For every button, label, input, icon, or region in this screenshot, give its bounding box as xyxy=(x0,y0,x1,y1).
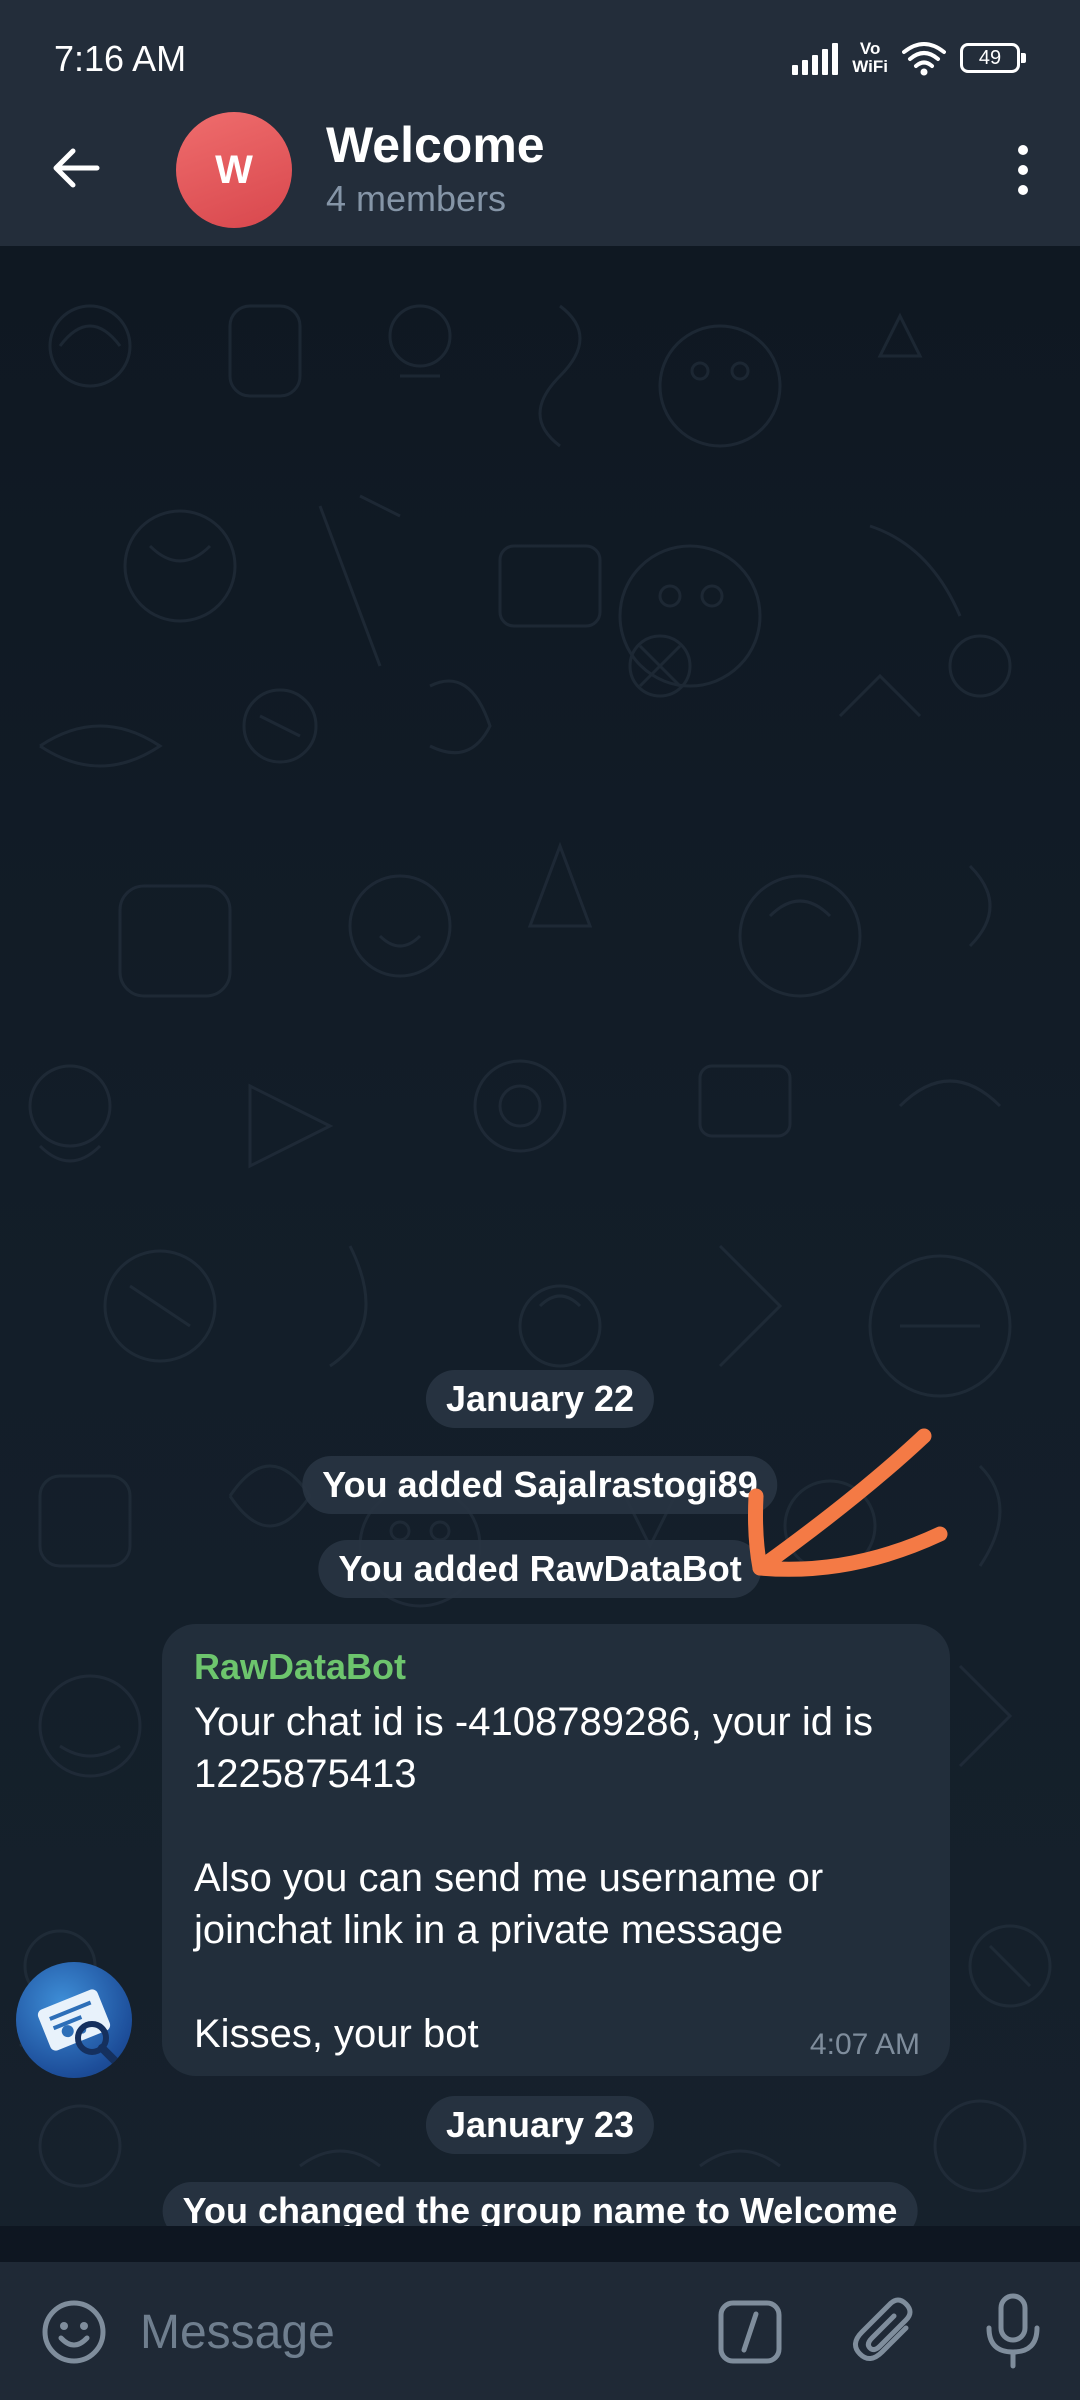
service-message: You added RawDataBot xyxy=(318,1540,762,1598)
back-button[interactable] xyxy=(36,128,116,208)
voice-record-button[interactable] xyxy=(978,2292,1048,2372)
more-vertical-icon xyxy=(1018,145,1028,155)
bot-commands-button[interactable] xyxy=(716,2298,784,2366)
date-separator: January 22 xyxy=(425,1370,655,1428)
microphone-icon xyxy=(986,2293,1040,2369)
service-message: You added Sajalrastogi89 xyxy=(302,1456,778,1514)
emoji-button[interactable] xyxy=(40,2298,108,2366)
message-bubble[interactable]: RawDataBot Your chat id is -4108789286, … xyxy=(162,1624,950,2076)
more-menu-button[interactable] xyxy=(988,130,1058,210)
service-message: You changed the group name to Welcome xyxy=(162,2182,918,2226)
bot-avatar[interactable] xyxy=(16,1962,132,2078)
message-paragraph: Also you can send me username or joincha… xyxy=(194,1856,824,1952)
slash-command-icon xyxy=(718,2300,782,2364)
status-icons: Vo WiFi 49 xyxy=(792,36,1026,80)
message-input-bar xyxy=(0,2262,1080,2400)
arrow-left-icon xyxy=(53,148,100,188)
vowifi-label: Vo WiFi xyxy=(852,39,888,76)
top-bar: 7:16 AM Vo WiFi 49 W Welcome 4 members xyxy=(0,0,1080,246)
member-count: 4 members xyxy=(326,178,507,219)
date-separator: January 23 xyxy=(425,2096,655,2154)
wifi-icon xyxy=(902,42,946,76)
smile-icon xyxy=(42,2300,106,2364)
annotation-arrow xyxy=(748,1428,948,1577)
message-input[interactable] xyxy=(138,2294,682,2370)
message-text: Your chat id is -4108789286, your id is … xyxy=(194,1696,920,2060)
bot-logo-icon xyxy=(37,1989,120,2066)
message-paragraph: Your chat id is -4108789286, your id is … xyxy=(194,1700,873,1796)
paperclip-icon xyxy=(853,2297,913,2361)
group-avatar[interactable]: W xyxy=(176,112,292,228)
chat-title[interactable]: Welcome xyxy=(326,116,545,174)
sender-name[interactable]: RawDataBot xyxy=(194,1646,920,1688)
signal-icon xyxy=(792,41,839,75)
attach-button[interactable] xyxy=(848,2294,924,2370)
message-time: 4:07 AM xyxy=(809,2028,920,2061)
battery-indicator: 49 xyxy=(960,43,1026,73)
status-time: 7:16 AM xyxy=(54,38,187,79)
